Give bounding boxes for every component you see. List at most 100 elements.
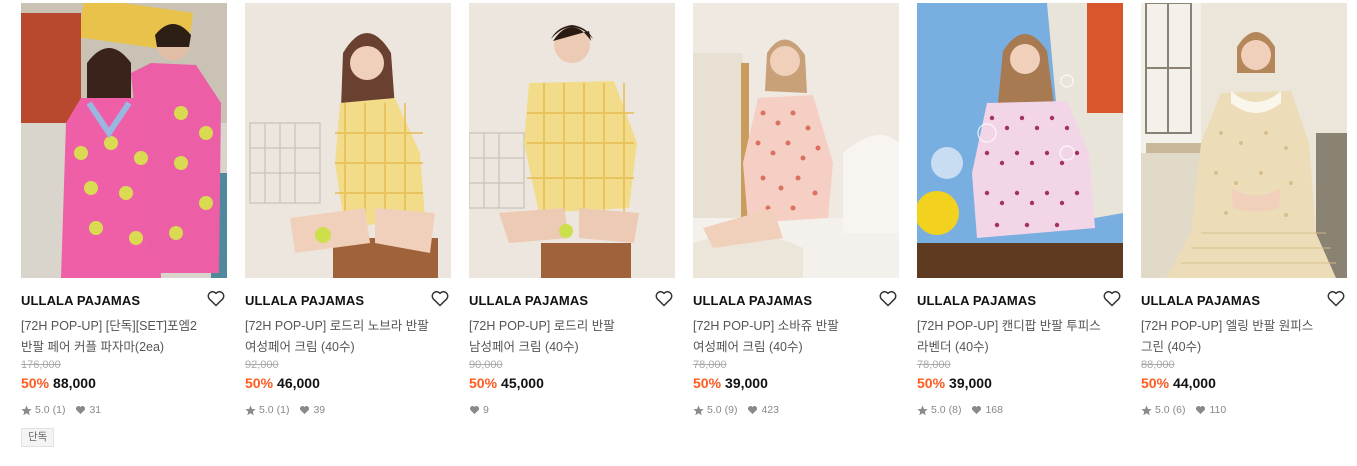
discount-rate: 50%: [1141, 375, 1170, 391]
sale-price: 44,000: [1173, 375, 1216, 391]
product-name[interactable]: [72H POP-UP] 소바쥬 반팔 여성페어 크림 (40수): [693, 316, 883, 358]
likes-group: 9: [469, 404, 489, 416]
discount-rate: 50%: [917, 375, 946, 391]
product-photo: [1141, 3, 1347, 278]
original-price: 78,000: [917, 359, 951, 371]
heart-filled-icon: [1195, 405, 1206, 416]
brand-name[interactable]: ULLALA PAJAMAS: [917, 293, 1036, 308]
price-row: 50% 44,000: [1141, 375, 1216, 391]
wishlist-heart-icon[interactable]: [1103, 290, 1121, 307]
sale-price: 39,000: [725, 375, 768, 391]
heart-filled-icon: [75, 405, 86, 416]
original-price: 90,000: [469, 359, 503, 371]
product-card[interactable]: ULLALA PAJAMAS [72H POP-UP] 엘링 반팔 원피스 그린…: [1141, 3, 1347, 463]
rating-value: 5.0: [1155, 404, 1170, 416]
original-price: 92,000: [245, 359, 279, 371]
price-row: 50% 88,000: [21, 375, 96, 391]
review-count: (8): [948, 404, 962, 416]
price-row: 50% 45,000: [469, 375, 544, 391]
product-photo: [693, 3, 899, 278]
original-price: 78,000: [693, 359, 727, 371]
product-name[interactable]: [72H POP-UP] 캔디팝 반팔 투피스 라벤더 (40수): [917, 316, 1107, 358]
rating-value: 5.0: [35, 404, 50, 416]
likes-group: 31: [75, 404, 101, 416]
star-icon: [917, 405, 928, 416]
review-count: (6): [1172, 404, 1186, 416]
product-image[interactable]: [693, 3, 899, 278]
wishlist-heart-icon[interactable]: [879, 290, 897, 307]
product-image[interactable]: [469, 3, 675, 278]
sale-price: 45,000: [501, 375, 544, 391]
product-meta: 9: [469, 404, 489, 416]
wishlist-heart-icon[interactable]: [431, 290, 449, 307]
brand-name[interactable]: ULLALA PAJAMAS: [21, 293, 140, 308]
product-photo: [469, 3, 675, 278]
star-icon: [1141, 405, 1152, 416]
price-row: 50% 39,000: [693, 375, 768, 391]
brand-name[interactable]: ULLALA PAJAMAS: [1141, 293, 1260, 308]
product-meta: 5.0 (9) 423: [693, 404, 779, 416]
star-icon: [21, 405, 32, 416]
brand-name[interactable]: ULLALA PAJAMAS: [693, 293, 812, 308]
heart-filled-icon: [747, 405, 758, 416]
exclusive-tag: 단독: [21, 428, 55, 447]
wishlist-heart-icon[interactable]: [1327, 290, 1345, 307]
rating-value: 5.0: [931, 404, 946, 416]
heart-filled-icon: [299, 405, 310, 416]
product-card[interactable]: ULLALA PAJAMAS [72H POP-UP] 로드리 노브라 반팔 여…: [245, 3, 451, 463]
brand-name[interactable]: ULLALA PAJAMAS: [469, 293, 588, 308]
rating-value: 5.0: [707, 404, 722, 416]
likes-group: 423: [747, 404, 779, 416]
product-meta: 5.0 (6) 110: [1141, 404, 1226, 416]
product-name[interactable]: [72H POP-UP] [단독][SET]포엠2 반팔 페어 커플 파자마(2…: [21, 316, 211, 358]
price-row: 50% 46,000: [245, 375, 320, 391]
discount-rate: 50%: [245, 375, 274, 391]
likes-group: 39: [299, 404, 325, 416]
original-price: 88,000: [1141, 359, 1175, 371]
likes-count: 423: [761, 404, 779, 416]
likes-group: 168: [971, 404, 1003, 416]
product-card[interactable]: ULLALA PAJAMAS [72H POP-UP] [단독][SET]포엠2…: [21, 3, 227, 463]
product-meta: 5.0 (8) 168: [917, 404, 1003, 416]
discount-rate: 50%: [469, 375, 498, 391]
price-row: 50% 39,000: [917, 375, 992, 391]
product-image[interactable]: [1141, 3, 1347, 278]
product-image[interactable]: [917, 3, 1123, 278]
likes-count: 110: [1209, 404, 1227, 416]
product-meta: 5.0 (1) 39: [245, 404, 325, 416]
product-grid: ULLALA PAJAMAS [72H POP-UP] [단독][SET]포엠2…: [21, 3, 1347, 463]
heart-filled-icon: [971, 405, 982, 416]
likes-count: 31: [89, 404, 102, 416]
product-photo: [917, 3, 1123, 278]
review-count: (1): [52, 404, 66, 416]
product-image[interactable]: [21, 3, 227, 278]
product-meta: 5.0 (1) 31: [21, 404, 101, 416]
product-card[interactable]: ULLALA PAJAMAS [72H POP-UP] 소바쥬 반팔 여성페어 …: [693, 3, 899, 463]
product-name[interactable]: [72H POP-UP] 로드리 노브라 반팔 여성페어 크림 (40수): [245, 316, 435, 358]
review-count: (1): [276, 404, 290, 416]
likes-group: 110: [1195, 404, 1226, 416]
star-icon: [693, 405, 704, 416]
review-count: (9): [724, 404, 738, 416]
product-photo: [21, 3, 227, 278]
product-card[interactable]: ULLALA PAJAMAS [72H POP-UP] 캔디팝 반팔 투피스 라…: [917, 3, 1123, 463]
product-name[interactable]: [72H POP-UP] 엘링 반팔 원피스 그린 (40수): [1141, 316, 1331, 358]
heart-filled-icon: [469, 405, 480, 416]
product-image[interactable]: [245, 3, 451, 278]
product-name[interactable]: [72H POP-UP] 로드리 반팔 남성페어 크림 (40수): [469, 316, 659, 358]
brand-name[interactable]: ULLALA PAJAMAS: [245, 293, 364, 308]
original-price: 176,000: [21, 359, 61, 371]
likes-count: 9: [483, 404, 489, 416]
product-photo: [245, 3, 451, 278]
sale-price: 39,000: [949, 375, 992, 391]
wishlist-heart-icon[interactable]: [207, 290, 225, 307]
star-icon: [245, 405, 256, 416]
wishlist-heart-icon[interactable]: [655, 290, 673, 307]
discount-rate: 50%: [693, 375, 722, 391]
discount-rate: 50%: [21, 375, 50, 391]
likes-count: 39: [313, 404, 326, 416]
likes-count: 168: [985, 404, 1003, 416]
product-card[interactable]: ULLALA PAJAMAS [72H POP-UP] 로드리 반팔 남성페어 …: [469, 3, 675, 463]
rating-value: 5.0: [259, 404, 274, 416]
sale-price: 88,000: [53, 375, 96, 391]
